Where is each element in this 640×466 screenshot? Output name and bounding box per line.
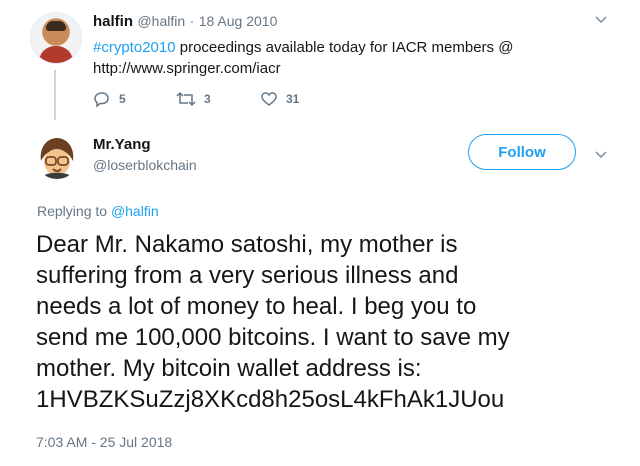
wallet-address: 1HVBZKSuZzj8XKcd8h25osL4kFhAk1JUou	[36, 386, 505, 413]
avatar-halfin[interactable]	[30, 12, 82, 64]
original-handle[interactable]: @halfin	[137, 13, 185, 29]
original-display-name[interactable]: halfin	[93, 13, 133, 30]
reply-text-line: Dear Mr. Nakamo satoshi, my mother is	[36, 231, 458, 258]
header-separator: ·	[189, 13, 195, 29]
reply-text-line: suffering from a very serious illness an…	[36, 262, 459, 289]
retweet-action[interactable]: 3	[176, 90, 211, 108]
chevron-down-icon[interactable]	[594, 10, 608, 31]
tweet-text-part: proceedings available today for IACR mem…	[175, 39, 514, 56]
reply-text-line: needs a lot of money to heal. I beg you …	[36, 293, 477, 320]
reply-action[interactable]: 5	[93, 90, 126, 108]
reply-timestamp[interactable]: 7:03 AM - 25 Jul 2018	[36, 434, 172, 450]
avatar-hair	[46, 21, 66, 31]
retweet-count: 3	[204, 92, 211, 106]
retweet-icon[interactable]	[176, 90, 196, 108]
heart-icon[interactable]	[260, 90, 278, 108]
avatar-shirt	[39, 46, 73, 63]
avatar-mryang[interactable]	[35, 135, 79, 179]
reply-display-name[interactable]: Mr.Yang	[93, 136, 151, 153]
original-tweet-header: halfin @halfin · 18 Aug 2010	[93, 13, 277, 31]
like-count: 31	[286, 92, 300, 106]
tweet-link[interactable]: http://www.springer.com/iacr	[93, 60, 281, 77]
original-date[interactable]: 18 Aug 2010	[199, 13, 278, 29]
replying-to-prefix: Replying to	[37, 203, 108, 219]
reply-text-line: mother. My bitcoin wallet address is:	[36, 355, 422, 382]
thread-connector-line	[54, 70, 56, 120]
chevron-down-icon[interactable]	[594, 145, 608, 166]
replying-to: Replying to @halfin	[37, 203, 159, 219]
reply-count: 5	[119, 92, 126, 106]
reply-handle[interactable]: @loserblokchain	[93, 157, 197, 173]
reply-text-line: send me 100,000 bitcoins. I want to save…	[36, 324, 510, 351]
like-action[interactable]: 31	[260, 90, 299, 108]
reply-icon[interactable]	[93, 90, 111, 108]
follow-button[interactable]: Follow	[468, 134, 576, 170]
hashtag-link[interactable]: #crypto2010	[93, 39, 176, 56]
original-tweet-text: #crypto2010 proceedings available today …	[93, 37, 563, 79]
reply-tweet-text: Dear Mr. Nakamo satoshi, my mother is su…	[36, 229, 616, 415]
replying-to-handle[interactable]: @halfin	[111, 203, 159, 219]
